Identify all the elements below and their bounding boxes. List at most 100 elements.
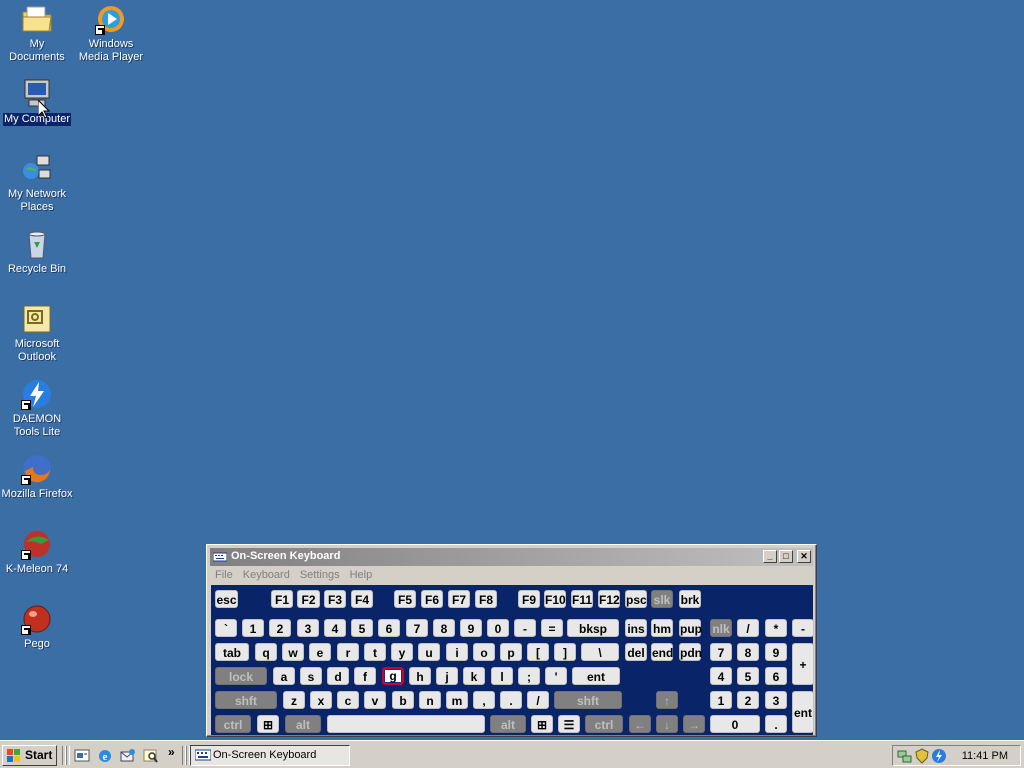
start-button[interactable]: Start — [2, 745, 57, 766]
shield-tray-icon[interactable] — [914, 748, 930, 764]
key-ins[interactable]: ins — [625, 619, 647, 637]
key-o[interactable]: o — [473, 643, 495, 661]
key-f4[interactable]: F4 — [351, 590, 373, 608]
key-k[interactable]: k — [463, 667, 485, 685]
key-f12[interactable]: F12 — [598, 590, 620, 608]
key-e[interactable]: e — [309, 643, 331, 661]
key-symbol[interactable]: . — [500, 691, 522, 709]
desktop-icon-mozilla-firefox[interactable]: Mozilla Firefox — [0, 453, 74, 501]
key-r[interactable]: r — [337, 643, 359, 661]
desktop-icon-windows-media-player[interactable]: Windows Media Player — [74, 3, 148, 64]
key-a[interactable]: a — [273, 667, 295, 685]
key-ent[interactable]: ent — [572, 667, 620, 685]
key-y[interactable]: y — [391, 643, 413, 661]
desktop-icon-daemon-tools-lite[interactable]: DAEMON Tools Lite — [0, 378, 74, 439]
key-arrow-right[interactable]: → — [683, 715, 705, 733]
key-space[interactable] — [327, 715, 485, 733]
menu-file[interactable]: File — [210, 567, 238, 581]
key-symbol[interactable]: / — [737, 619, 759, 637]
key-b[interactable]: b — [392, 691, 414, 709]
key-symbol[interactable]: , — [473, 691, 495, 709]
key-t[interactable]: t — [364, 643, 386, 661]
key-1[interactable]: 1 — [710, 691, 732, 709]
key-v[interactable]: v — [364, 691, 386, 709]
key-symbol[interactable]: + — [792, 643, 814, 685]
key-ctrl[interactable]: ctrl — [585, 715, 623, 733]
desktop-icon-pego[interactable]: Pego — [0, 603, 74, 651]
menu-help[interactable]: Help — [345, 567, 378, 581]
show-desktop-icon[interactable] — [74, 748, 90, 764]
desktop-icon-my-computer[interactable]: My Computer — [0, 78, 74, 126]
key-g[interactable]: g — [382, 667, 404, 685]
key-d[interactable]: d — [327, 667, 349, 685]
key-0[interactable]: 0 — [710, 715, 760, 733]
key-c[interactable]: c — [337, 691, 359, 709]
key-f[interactable]: f — [354, 667, 376, 685]
key-9[interactable]: 9 — [460, 619, 482, 637]
key-f3[interactable]: F3 — [324, 590, 346, 608]
key-6[interactable]: 6 — [765, 667, 787, 685]
key-symbol[interactable]: ; — [518, 667, 540, 685]
key-symbol[interactable]: ' — [545, 667, 567, 685]
key-9[interactable]: 9 — [765, 643, 787, 661]
title-bar[interactable]: On-Screen Keyboard _ □ ✕ — [210, 548, 813, 566]
key-f5[interactable]: F5 — [394, 590, 416, 608]
outlook-express-icon[interactable] — [120, 748, 136, 764]
key-p[interactable]: p — [500, 643, 522, 661]
maximize-button[interactable]: □ — [779, 550, 793, 563]
close-button[interactable]: ✕ — [797, 550, 811, 563]
key-alt[interactable]: alt — [285, 715, 321, 733]
key-f7[interactable]: F7 — [448, 590, 470, 608]
key-symbol[interactable]: ] — [554, 643, 576, 661]
minimize-button[interactable]: _ — [763, 550, 777, 563]
key-brk[interactable]: brk — [679, 590, 701, 608]
menu-keyboard[interactable]: Keyboard — [238, 567, 295, 581]
key-hm[interactable]: hm — [651, 619, 673, 637]
key-arrow-left[interactable]: ← — [629, 715, 651, 733]
key-symbol[interactable]: . — [765, 715, 787, 733]
key-i[interactable]: i — [446, 643, 468, 661]
key-8[interactable]: 8 — [737, 643, 759, 661]
desktop-icon-microsoft-outlook[interactable]: Microsoft Outlook — [0, 303, 74, 364]
network-tray-icon[interactable] — [897, 748, 913, 764]
key-del[interactable]: del — [625, 643, 647, 661]
key-h[interactable]: h — [409, 667, 431, 685]
key-7[interactable]: 7 — [406, 619, 428, 637]
key-pup[interactable]: pup — [679, 619, 702, 637]
key-pdn[interactable]: pdn — [679, 643, 702, 661]
key-q[interactable]: q — [255, 643, 277, 661]
key-5[interactable]: 5 — [351, 619, 373, 637]
windows-key-icon[interactable]: ⊞ — [257, 715, 279, 733]
menu-settings[interactable]: Settings — [295, 567, 345, 581]
key-f2[interactable]: F2 — [297, 590, 320, 608]
key-f8[interactable]: F8 — [475, 590, 497, 608]
key-3[interactable]: 3 — [297, 619, 319, 637]
key-z[interactable]: z — [283, 691, 305, 709]
key-symbol[interactable]: / — [527, 691, 549, 709]
key-f6[interactable]: F6 — [421, 590, 443, 608]
key-m[interactable]: m — [446, 691, 468, 709]
key-esc[interactable]: esc — [215, 590, 238, 608]
clock[interactable]: 11:41 PM — [962, 750, 1008, 762]
key-ent[interactable]: ent — [792, 691, 814, 733]
key-4[interactable]: 4 — [710, 667, 732, 685]
desktop-icon-my-network-places[interactable]: My Network Places — [0, 153, 74, 214]
key-s[interactable]: s — [300, 667, 322, 685]
key-2[interactable]: 2 — [269, 619, 291, 637]
key-end[interactable]: end — [651, 643, 673, 661]
key-nlk[interactable]: nlk — [710, 619, 732, 637]
key-symbol[interactable]: \ — [581, 643, 619, 661]
key-ctrl[interactable]: ctrl — [215, 715, 251, 733]
key-symbol[interactable]: ` — [215, 619, 237, 637]
key-j[interactable]: j — [436, 667, 458, 685]
key-x[interactable]: x — [310, 691, 332, 709]
key-symbol[interactable]: [ — [527, 643, 549, 661]
windows-key-icon[interactable]: ⊞ — [531, 715, 553, 733]
desktop-icon-my-documents[interactable]: My Documents — [0, 3, 74, 64]
key-symbol[interactable]: = — [541, 619, 563, 637]
key-bksp[interactable]: bksp — [567, 619, 619, 637]
key-4[interactable]: 4 — [324, 619, 346, 637]
key-7[interactable]: 7 — [710, 643, 732, 661]
menu-key-icon[interactable]: ☰ — [558, 715, 580, 733]
key-n[interactable]: n — [419, 691, 441, 709]
